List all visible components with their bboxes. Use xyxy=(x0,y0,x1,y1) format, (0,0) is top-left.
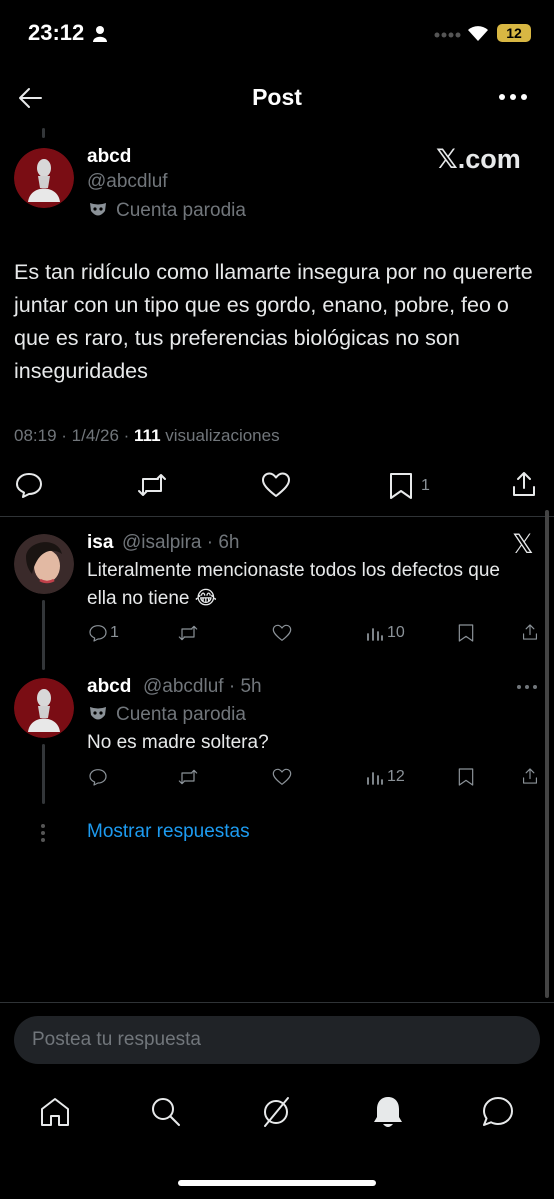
reply-input[interactable]: Postea tu respuesta xyxy=(14,1016,540,1064)
reply-icon[interactable] xyxy=(88,767,108,787)
views-icon[interactable] xyxy=(366,769,384,785)
parody-mask-icon xyxy=(90,203,106,216)
reply-comment-count: 1 xyxy=(110,624,119,641)
views-icon[interactable] xyxy=(366,625,384,641)
parody-badge: Cuenta parodia xyxy=(116,200,246,221)
avatar[interactable] xyxy=(14,148,74,208)
bookmark-icon[interactable] xyxy=(457,767,475,787)
show-replies-link[interactable]: Mostrar respuestas xyxy=(87,821,250,843)
share-icon[interactable] xyxy=(521,622,539,642)
scrollbar[interactable] xyxy=(545,510,549,998)
home-icon[interactable] xyxy=(38,1095,72,1129)
post-text: Es tan ridículo como llamarte insegura p… xyxy=(14,260,533,383)
reply-text: No es madre soltera? xyxy=(87,732,269,753)
like-icon[interactable] xyxy=(272,767,292,787)
person-icon xyxy=(93,26,107,42)
post-meta: 08:19 · 1/4/26 · 111 visualizaciones xyxy=(14,426,280,446)
bookmark-icon[interactable] xyxy=(388,471,414,501)
reply-author-meta[interactable]: @isalpira · 6h xyxy=(122,532,240,554)
reply-input-placeholder: Postea tu respuesta xyxy=(32,1029,201,1050)
battery-indicator: 12 xyxy=(497,24,531,42)
parody-badge: Cuenta parodia xyxy=(116,704,246,725)
grok-icon[interactable] xyxy=(259,1095,293,1129)
share-icon[interactable] xyxy=(521,766,539,786)
reply-views-count: 10 xyxy=(387,624,405,641)
more-horizontal-icon[interactable] xyxy=(516,684,538,690)
more-horizontal-icon[interactable] xyxy=(498,92,528,102)
repost-icon[interactable] xyxy=(177,767,199,787)
thread-connector xyxy=(42,128,45,138)
thread-connector xyxy=(42,600,45,670)
avatar[interactable] xyxy=(14,678,74,738)
reply-author-meta[interactable]: @abcdluf · 5h xyxy=(143,676,262,698)
repost-icon[interactable] xyxy=(177,623,199,643)
avatar[interactable] xyxy=(14,534,74,594)
signal-icon xyxy=(434,32,461,38)
share-icon[interactable] xyxy=(510,469,538,499)
reply-text: Literalmente mencionaste todos los defec… xyxy=(87,560,500,609)
like-icon[interactable] xyxy=(272,623,292,643)
like-icon[interactable] xyxy=(261,470,291,500)
status-time: 23:12 xyxy=(28,20,85,45)
author-handle[interactable]: @abcdluf xyxy=(87,171,168,193)
divider xyxy=(0,1002,554,1003)
repost-icon[interactable] xyxy=(136,470,168,500)
reply-icon[interactable] xyxy=(88,623,108,643)
search-icon[interactable] xyxy=(149,1095,183,1129)
reply-author-name[interactable]: abcd xyxy=(87,676,131,698)
notifications-bell-icon[interactable] xyxy=(371,1094,405,1130)
post-time: 08:19 · 1/4/26 · xyxy=(14,426,135,445)
wifi-icon xyxy=(468,26,488,41)
views-label: visualizaciones xyxy=(160,426,280,445)
messages-icon[interactable] xyxy=(481,1095,515,1129)
reply-author-name[interactable]: isa xyxy=(87,532,113,554)
bookmark-count: 1 xyxy=(421,477,430,494)
thread-dots-icon xyxy=(41,824,45,842)
thread-connector xyxy=(42,744,45,804)
battery-level: 12 xyxy=(506,25,522,41)
parody-mask-icon xyxy=(90,707,106,720)
x-logo-icon: 𝕏 xyxy=(512,529,534,559)
home-indicator xyxy=(178,1180,376,1186)
bookmark-icon[interactable] xyxy=(457,623,475,643)
page-title: Post xyxy=(252,84,302,110)
reply-icon[interactable] xyxy=(14,470,44,500)
author-name[interactable]: abcd xyxy=(87,146,131,168)
reply-views-count: 12 xyxy=(387,768,405,785)
views-count: 111 xyxy=(134,426,161,445)
watermark-logo: 𝕏.com xyxy=(436,144,521,174)
divider xyxy=(0,516,554,517)
